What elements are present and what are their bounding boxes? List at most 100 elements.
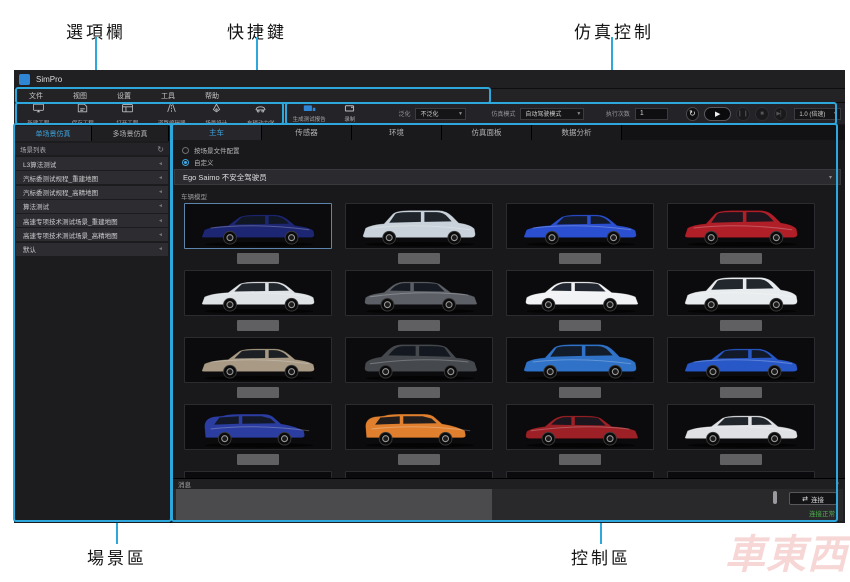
chevron-left-icon: ◄ <box>158 175 163 181</box>
vehicle-name-tag <box>559 320 601 331</box>
connection-status: 连接正常 <box>809 508 835 518</box>
vehicle-model-card[interactable] <box>667 203 815 270</box>
scene-list-title: 场景列表 <box>20 144 46 154</box>
vehicle-model-card[interactable] <box>345 270 493 337</box>
menu-item-设置[interactable]: 设置 <box>102 91 146 101</box>
toolbar-button[interactable]: 车辆动力学 <box>239 100 283 127</box>
menu-item-工具[interactable]: 工具 <box>146 91 190 101</box>
vehicle-model-card[interactable] <box>667 337 815 404</box>
radio-custom[interactable]: 自定义 <box>182 157 214 167</box>
vehicle-image <box>667 404 815 450</box>
toolbar-button[interactable]: 打开工程 <box>105 100 149 127</box>
simpro-window: SimPro 文件视图设置工具帮助 新建工程保存工程打开工程道路编辑器场景设计车… <box>14 70 845 523</box>
vehicle-image <box>184 203 332 249</box>
sidebar-tab[interactable]: 多场景仿真 <box>92 126 169 141</box>
vehicle-model-card[interactable] <box>184 270 332 337</box>
sync-icon: ⇄ <box>802 495 808 503</box>
vehicle-model-card[interactable] <box>506 270 654 337</box>
scene-list-item[interactable]: 高速专项技术测试场景_高精地图◄ <box>16 228 168 241</box>
scene-list: L3算法测试◄汽标委测试规程_重建地图◄汽标委测试规程_高精地图◄算法测试◄高速… <box>16 157 168 257</box>
tab-主车[interactable]: 主车 <box>172 125 262 140</box>
vehicle-model-card[interactable] <box>345 337 493 404</box>
generalize-dropdown[interactable]: 不泛化▼ <box>415 108 465 120</box>
record-button[interactable]: 录制 <box>336 104 363 123</box>
vehicle-image <box>667 203 815 249</box>
vehicle-model-card[interactable] <box>184 203 332 270</box>
scene-list-item[interactable]: L3算法测试◄ <box>16 157 168 170</box>
stop-button[interactable]: ■ <box>755 107 769 121</box>
vehicle-model-card[interactable] <box>667 404 815 471</box>
chevron-down-icon: ▼ <box>458 111 463 117</box>
vehicle-model-grid <box>184 203 821 523</box>
radio-scene-file-config[interactable]: 按场景文件配置 <box>182 145 240 155</box>
toolbar: 新建工程保存工程打开工程道路编辑器场景设计车辆动力学 生成测试报告 录制 泛化 … <box>14 102 845 124</box>
menu-item-文件[interactable]: 文件 <box>14 91 58 101</box>
sim-mode-label: 仿真模式 <box>491 109 515 118</box>
scene-list-item[interactable]: 高速专项技术测试场景_重建地图◄ <box>16 214 168 227</box>
pause-button[interactable]: ❙❙ <box>736 107 750 121</box>
message-panel-title: 消息 <box>178 479 191 489</box>
tab-传感器[interactable]: 传感器 <box>262 125 352 140</box>
vehicle-model-card[interactable] <box>506 337 654 404</box>
vehicle-name-tag <box>720 253 762 264</box>
speed-dropdown[interactable]: 1.0 (倍速)▼ <box>794 108 841 120</box>
vehicle-image <box>345 270 493 316</box>
scene-list-header: 场景列表 ↻ <box>15 143 169 155</box>
run-count-input[interactable]: 1 <box>635 108 668 120</box>
watermark: 車東西 <box>725 522 848 580</box>
connect-button[interactable]: ⇄ 连接 <box>789 492 837 505</box>
road-icon <box>165 100 178 118</box>
chevron-down-icon: ▼ <box>833 111 838 117</box>
vehicle-name-tag <box>720 320 762 331</box>
tab-数据分析[interactable]: 数据分析 <box>532 125 622 140</box>
chevron-down-icon[interactable]: ▾ <box>836 481 839 487</box>
vehicle-model-card[interactable] <box>667 270 815 337</box>
vehicle-model-card[interactable] <box>345 203 493 270</box>
ego-vehicle-row[interactable]: Ego Saimo 不安全驾驶员 ▾ <box>174 169 841 185</box>
toolbar-button[interactable]: 道路编辑器 <box>150 100 194 127</box>
radio-icon <box>182 147 189 154</box>
chevron-left-icon: ◄ <box>158 189 163 195</box>
reset-button[interactable]: ↻ <box>686 107 700 121</box>
menu-item-视图[interactable]: 视图 <box>58 91 102 101</box>
vehicle-name-tag <box>398 387 440 398</box>
car-icon <box>254 100 267 118</box>
scene-list-item[interactable]: 默认◄ <box>16 243 168 256</box>
scrollbar-thumb[interactable] <box>773 491 777 504</box>
callout-line <box>116 521 118 544</box>
vehicle-image <box>506 337 654 383</box>
refresh-icon[interactable]: ↻ <box>157 145 164 154</box>
sidebar-tab[interactable]: 单场景仿真 <box>15 126 92 141</box>
vehicle-name-tag <box>237 253 279 264</box>
vehicle-model-card[interactable] <box>506 203 654 270</box>
generate-report-button[interactable]: 生成测试报告 <box>287 104 331 123</box>
sim-mode-dropdown[interactable]: 自动驾驶模式▼ <box>520 108 584 120</box>
control-area: 主车传感器环境仿真面板数据分析 按场景文件配置 自定义 Ego Saimo 不安… <box>172 124 845 523</box>
app-logo-icon <box>19 74 30 85</box>
scene-list-item[interactable]: 算法测试◄ <box>16 200 168 213</box>
toolbar-button[interactable]: 场景设计 <box>194 100 238 127</box>
scene-list-item[interactable]: 汽标委测试规程_重建地图◄ <box>16 171 168 184</box>
callout-scene-area: 場景區 <box>75 544 159 569</box>
scene-list-item[interactable]: 汽标委测试规程_高精地图◄ <box>16 186 168 199</box>
sidebar-tabs: 单场景仿真多场景仿真 <box>15 126 169 141</box>
open-icon <box>121 100 134 118</box>
toolbar-button[interactable]: 保存工程 <box>61 100 105 127</box>
reset-icon: ↻ <box>689 109 696 118</box>
menu-item-帮助[interactable]: 帮助 <box>190 91 234 101</box>
step-forward-button[interactable]: ▶▏ <box>774 107 788 121</box>
tab-环境[interactable]: 环境 <box>352 125 442 140</box>
vehicle-model-card[interactable] <box>184 404 332 471</box>
generalize-label: 泛化 <box>398 109 410 118</box>
toolbar-button[interactable]: 新建工程 <box>16 100 60 127</box>
tab-仿真面板[interactable]: 仿真面板 <box>442 125 532 140</box>
main-tabs: 主车传感器环境仿真面板数据分析 <box>172 125 845 140</box>
vehicle-name-tag <box>559 253 601 264</box>
vehicle-model-card[interactable] <box>506 404 654 471</box>
title-bar: SimPro <box>14 70 845 88</box>
vehicle-model-card[interactable] <box>184 337 332 404</box>
vehicle-model-card[interactable] <box>345 404 493 471</box>
play-button[interactable]: ▶ <box>704 107 731 121</box>
stop-icon: ■ <box>760 111 764 117</box>
screenshot-root: 選項欄 快捷鍵 仿真控制 場景區 控制區 SimPro 文件视图设置工具帮助 新… <box>0 0 850 582</box>
